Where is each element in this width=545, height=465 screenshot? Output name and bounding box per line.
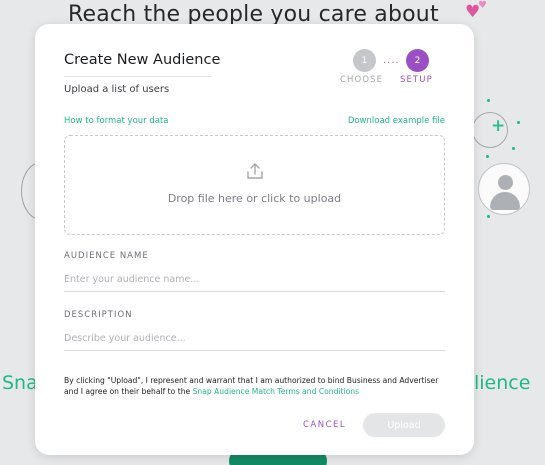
description-input[interactable] bbox=[64, 331, 445, 351]
decorative-dot bbox=[487, 215, 490, 218]
upload-icon bbox=[247, 163, 263, 179]
cancel-button[interactable]: CANCEL bbox=[303, 420, 346, 430]
step-label-setup: SETUP bbox=[400, 75, 433, 85]
step-2-indicator: 2 bbox=[406, 49, 429, 72]
plus-icon: + bbox=[491, 116, 506, 136]
decorative-dot bbox=[512, 147, 515, 150]
heart-icon: ♥ bbox=[478, 0, 487, 11]
format-data-link[interactable]: How to format your data bbox=[64, 116, 169, 126]
background-text-right: lience bbox=[474, 372, 531, 394]
title-divider bbox=[64, 76, 212, 77]
download-example-link[interactable]: Download example file bbox=[348, 116, 445, 126]
audience-name-label: AUDIENCE NAME bbox=[64, 251, 149, 261]
decorative-dot bbox=[486, 155, 489, 158]
background-text-left: Sna bbox=[2, 372, 38, 394]
dropzone-text: Drop file here or click to upload bbox=[167, 192, 342, 205]
audience-name-input[interactable] bbox=[64, 272, 445, 292]
upload-button[interactable]: Upload bbox=[363, 413, 445, 437]
decorative-dot bbox=[517, 121, 520, 124]
decorative-dot bbox=[487, 99, 490, 102]
modal-subtitle: Upload a list of users bbox=[64, 84, 170, 95]
modal-title: Create New Audience bbox=[64, 52, 221, 68]
step-1-indicator[interactable]: 1 bbox=[353, 49, 376, 72]
terms-link[interactable]: Snap Audience Match Terms and Conditions bbox=[193, 387, 359, 396]
file-dropzone[interactable]: Drop file here or click to upload bbox=[64, 135, 445, 235]
description-label: DESCRIPTION bbox=[64, 310, 133, 320]
avatar-icon bbox=[478, 163, 530, 215]
create-audience-modal: Create New Audience Upload a list of use… bbox=[35, 24, 474, 455]
step-connector: .... bbox=[383, 55, 400, 66]
step-label-choose[interactable]: CHOOSE bbox=[340, 75, 383, 85]
terms-text: By clicking "Upload", I represent and wa… bbox=[64, 375, 449, 397]
